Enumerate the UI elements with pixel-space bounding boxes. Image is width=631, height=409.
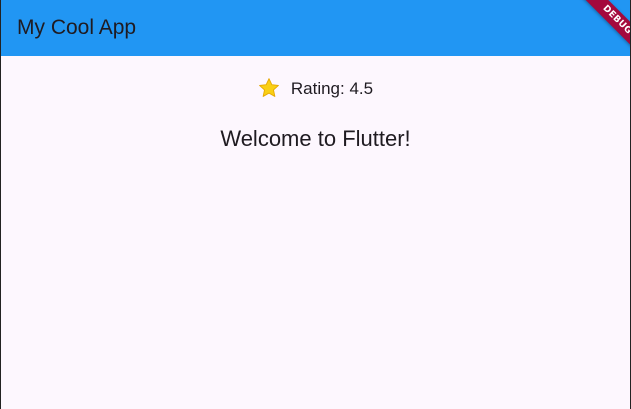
- welcome-heading: Welcome to Flutter!: [220, 126, 411, 151]
- app-bar: My Cool App: [1, 0, 630, 56]
- rating-text: Rating: 4.5: [290, 79, 374, 98]
- debug-ribbon: DEBUG: [577, 0, 630, 60]
- app-title: My Cool App: [17, 16, 137, 39]
- rating-row: Rating: 4.5: [1, 76, 630, 102]
- debug-label: DEBUG: [600, 3, 630, 37]
- app-window: My Cool App Rating: 4.5 Welcome to Flutt…: [1, 0, 630, 409]
- debug-banner: DEBUG: [560, 0, 630, 70]
- star-icon: [258, 77, 280, 99]
